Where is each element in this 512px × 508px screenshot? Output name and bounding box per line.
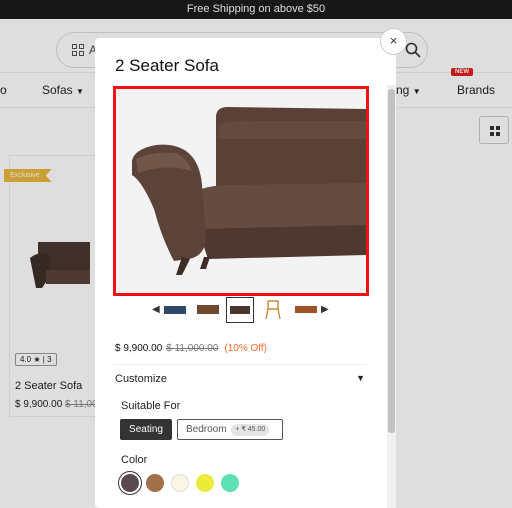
thumbnail[interactable] [194,297,222,323]
suitable-for-label: Suitable For [121,400,181,412]
thumbnail[interactable] [292,297,320,323]
color-swatch[interactable] [171,474,189,492]
thumbnail-prev-icon[interactable]: ◀ [152,304,160,315]
color-label: Color [121,454,148,466]
close-icon: × [389,33,398,48]
mrp: $ 11,000.00 [166,343,219,354]
option-seating[interactable]: Seating [120,419,172,440]
thumbnail[interactable] [259,297,287,323]
color-swatch[interactable] [196,474,214,492]
addon-price-badge: + ₹ 45.00 [231,424,270,436]
thumbnail-image [164,306,186,314]
price: $ 9,900.00 [115,343,163,354]
thumbnail-next-icon[interactable]: ▶ [321,304,329,315]
discount: (10% Off) [224,343,267,354]
modal-scrollbar[interactable] [387,85,396,508]
quick-view-modal: 2 Seater Sofa ◀ ▶ $ 9,900.00 $ 11,000.00 (… [95,38,396,508]
thumbnail-image [230,306,250,314]
thumbnail-image [295,306,317,313]
caret-down-icon: ▼ [356,373,365,383]
thumbnail-image [265,300,281,320]
scrollbar-thumb[interactable] [388,89,395,433]
thumbnail-selected[interactable] [226,297,254,323]
close-button[interactable]: × [380,28,407,55]
thumbnail-image [197,305,219,314]
option-bedroom[interactable]: Bedroom + ₹ 45.00 [177,419,283,440]
divider [113,364,367,365]
main-product-image[interactable] [113,86,369,296]
price-row: $ 9,900.00 $ 11,000.00 (10% Off) [115,343,267,354]
customize-label: Customize [115,373,167,385]
color-swatch[interactable] [146,474,164,492]
color-swatch[interactable] [121,474,139,492]
option-bedroom-label: Bedroom [186,424,227,435]
color-swatch[interactable] [221,474,239,492]
sofa-image [116,89,366,293]
modal-title: 2 Seater Sofa [115,56,219,75]
customize-toggle[interactable]: Customize ▼ [115,373,365,385]
thumbnail[interactable] [161,297,189,323]
